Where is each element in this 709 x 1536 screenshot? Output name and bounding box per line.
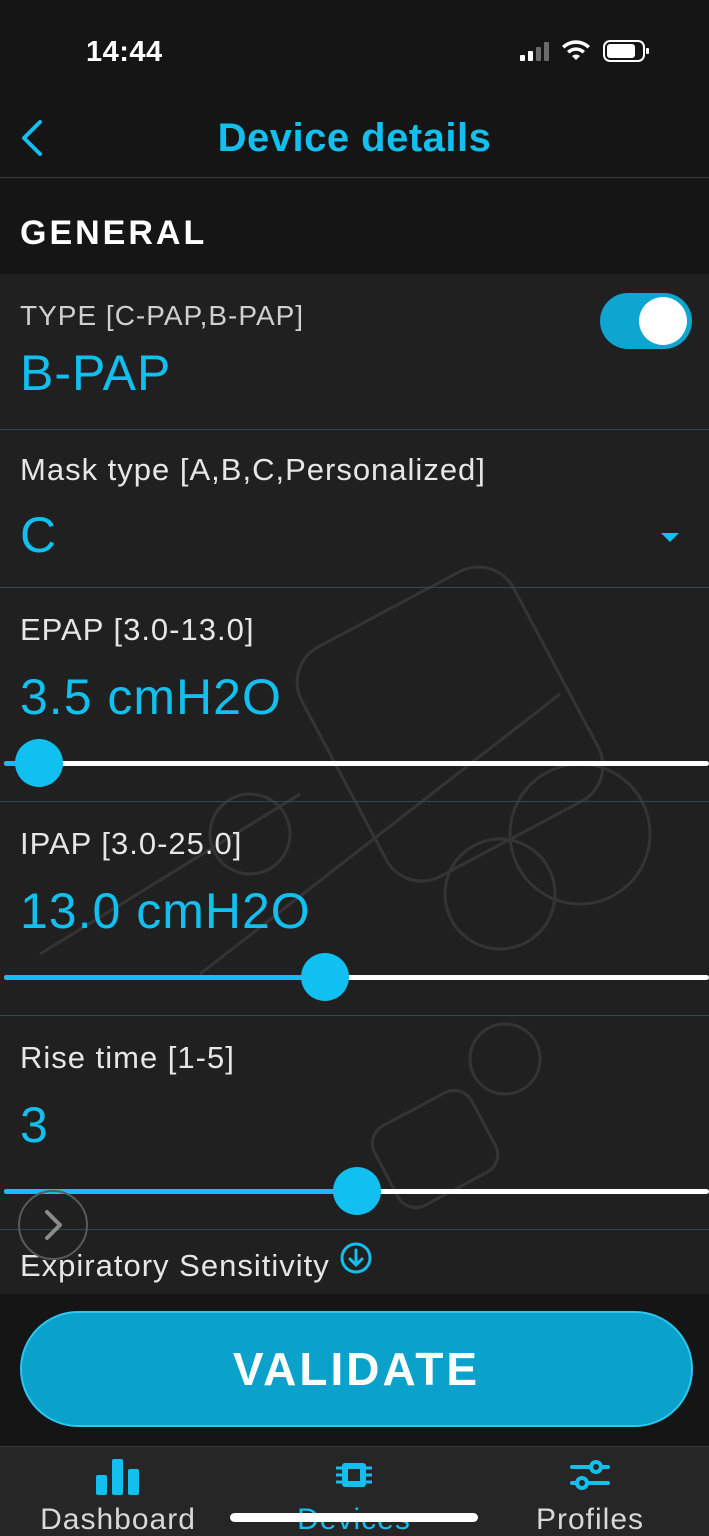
type-value: B-PAP [20,345,172,401]
tab-dashboard-label: Dashboard [40,1503,196,1536]
status-icons [520,40,651,62]
tab-bar: Dashboard Devices Profiles [0,1446,709,1536]
status-bar: 14:44 [0,0,709,100]
expand-button[interactable] [18,1190,88,1260]
tab-devices[interactable]: Devices [236,1447,472,1536]
tab-profiles[interactable]: Profiles [472,1447,708,1536]
validate-label: VALIDATE [232,1343,481,1395]
mask-type-field[interactable]: Mask type [A,B,C,Personalized] C [0,430,709,588]
toggle-knob [639,297,687,345]
validate-button[interactable]: VALIDATE [20,1311,693,1427]
battery-icon [603,40,649,62]
signal-icon [520,41,549,61]
ipap-label: IPAP [3.0-25.0] [20,826,243,861]
mask-type-value: C [20,507,58,563]
type-label: TYPE [C-PAP,B-PAP] [20,300,305,331]
page-title: Device details [217,116,492,160]
section-title: GENERAL [20,214,208,252]
rise-time-label: Rise time [1-5] [20,1040,235,1075]
bar-chart-icon [96,1459,139,1495]
scroll-down-icon[interactable] [339,1241,373,1275]
epap-slider[interactable] [4,739,709,787]
slider-thumb[interactable] [15,739,63,787]
wifi-icon [562,40,590,60]
type-field: TYPE [C-PAP,B-PAP] B-PAP [0,274,709,430]
chip-icon [336,1463,372,1487]
epap-label: EPAP [3.0-13.0] [20,612,255,647]
slider-fill [4,975,325,980]
rise-time-field: Rise time [1-5] 3 [0,1016,709,1230]
mask-type-label: Mask type [A,B,C,Personalized] [20,452,486,487]
rise-time-value: 3 [20,1097,49,1153]
epap-field: EPAP [3.0-13.0] 3.5 cmH2O [0,588,709,802]
slider-thumb[interactable] [301,953,349,1001]
slider-track [4,761,709,766]
settings-panel[interactable]: TYPE [C-PAP,B-PAP] B-PAP Mask type [A,B,… [0,274,709,1294]
chevron-right-icon [45,1210,62,1240]
ipap-field: IPAP [3.0-25.0] 13.0 cmH2O [0,802,709,1016]
rise-time-slider[interactable] [4,1167,709,1215]
tab-profiles-label: Profiles [535,1503,645,1536]
ipap-value: 13.0 cmH2O [20,883,311,939]
home-indicator [230,1513,478,1522]
status-time: 14:44 [86,36,163,68]
caret-down-icon[interactable] [661,533,679,542]
slider-thumb[interactable] [333,1167,381,1215]
epap-value: 3.5 cmH2O [20,669,282,725]
sliders-icon [570,1460,610,1490]
tab-dashboard[interactable]: Dashboard [0,1447,236,1536]
header: Device details [0,100,709,178]
ipap-slider[interactable] [4,953,709,1001]
type-toggle[interactable] [600,293,692,349]
